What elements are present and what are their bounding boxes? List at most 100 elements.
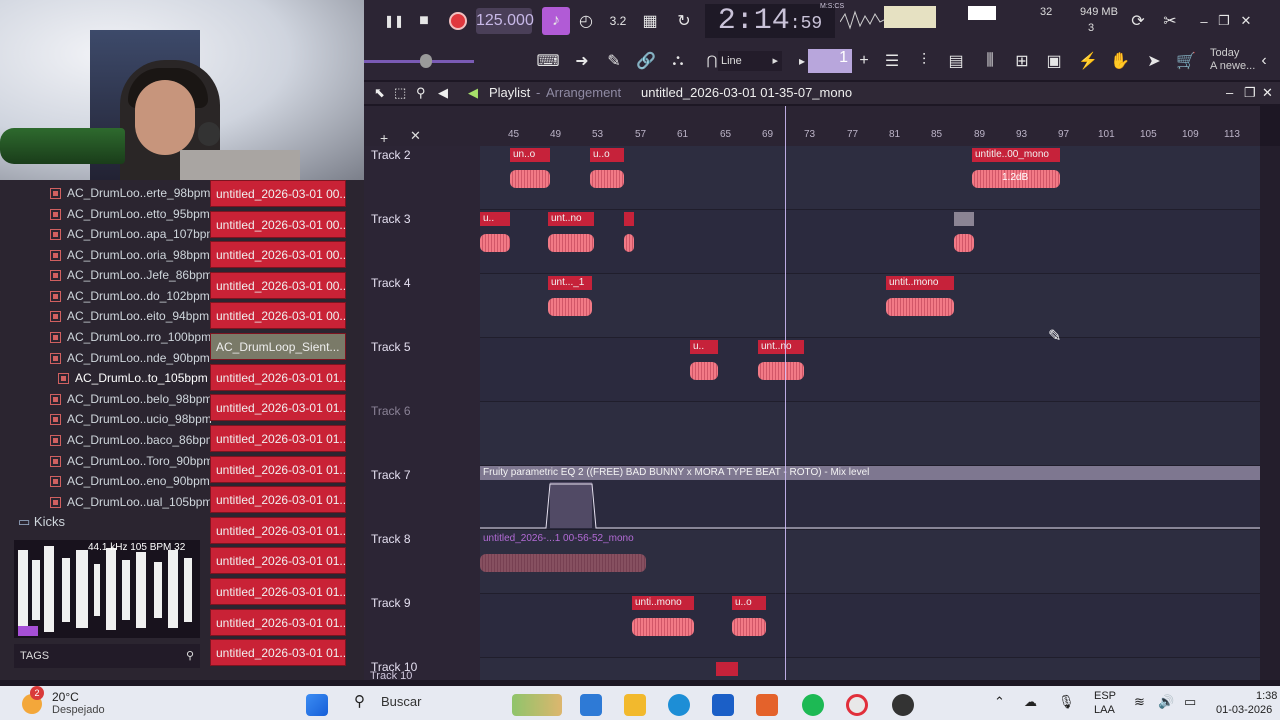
- browser-item[interactable]: AC_DrumLoo..baco_86bpm: [0, 430, 216, 450]
- link-icon[interactable]: 🔗: [632, 47, 660, 75]
- restore-button[interactable]: ❐: [1244, 82, 1256, 104]
- tempo-display[interactable]: 125.000: [476, 8, 534, 34]
- playhead[interactable]: [785, 106, 786, 680]
- tags-bar[interactable]: TAGS ⚲: [14, 644, 200, 668]
- browser-item-selected[interactable]: AC_DrumLo..to_105bpm: [0, 368, 208, 388]
- menu-arrow-icon[interactable]: ⬉: [374, 82, 385, 104]
- channel-button[interactable]: untitled_2026-03-01 00...: [210, 302, 346, 329]
- play-preview-icon[interactable]: [18, 626, 38, 636]
- file-explorer-icon[interactable]: [624, 694, 646, 716]
- windows-start-icon[interactable]: [306, 694, 328, 716]
- microphone-icon[interactable]: 🎙: [1058, 694, 1075, 710]
- browser-item[interactable]: AC_DrumLoo..eno_90bpm: [0, 471, 210, 491]
- browser-item[interactable]: AC_DrumLoo..rro_100bpm: [0, 327, 211, 347]
- channel-button[interactable]: untitled_2026-03-01 01...: [210, 547, 346, 574]
- track-name[interactable]: Track 7: [371, 468, 411, 482]
- undo-icon[interactable]: ⟳: [1124, 7, 1152, 35]
- song-time-display[interactable]: 2:14:59: [705, 4, 835, 38]
- master-volume-track[interactable]: [364, 60, 474, 63]
- snap-icon[interactable]: ⬚: [394, 82, 406, 104]
- record-button[interactable]: [444, 7, 472, 35]
- channel-button[interactable]: untitled_2026-03-01 01...: [210, 394, 346, 421]
- draw-tool-icon[interactable]: ✎: [600, 47, 628, 75]
- browser-item[interactable]: AC_DrumLoo..etto_95bpm: [0, 204, 210, 224]
- playlist-grid[interactable]: un..o u..o untitle..00_mono 1.2dB u.. unt…: [480, 146, 1260, 680]
- channel-button[interactable]: untitled_2026-03-01 01...: [210, 364, 346, 391]
- playlist-titlebar[interactable]: ⬉ ⬚ ⚲ ◀ ◀ Playlist - Arrangement untitle…: [364, 82, 1280, 104]
- channel-button[interactable]: untitled_2026-03-01 01...: [210, 639, 346, 666]
- tools-icon[interactable]: ➤: [1140, 47, 1168, 75]
- wifi-icon[interactable]: ≋: [1134, 694, 1145, 710]
- m365-icon[interactable]: [580, 694, 602, 716]
- chevron-up-icon[interactable]: ⌃: [994, 694, 1005, 710]
- countdown-icon[interactable]: 3.2: [604, 7, 632, 35]
- search-icon[interactable]: ⚲: [354, 692, 365, 710]
- channel-button[interactable]: untitled_2026-03-01 00...: [210, 272, 346, 299]
- channel-button[interactable]: untitled_2026-03-01 00...: [210, 211, 346, 238]
- track-name[interactable]: Track 6: [371, 404, 411, 418]
- spotify-icon[interactable]: [802, 694, 824, 716]
- track-name[interactable]: Track 9: [371, 596, 411, 610]
- news-prev-icon[interactable]: ‹: [1250, 47, 1278, 75]
- audio-clip[interactable]: unt..._1: [548, 276, 592, 324]
- stop-button[interactable]: ■: [410, 7, 438, 35]
- browser-item[interactable]: AC_DrumLoo..apa_107bpm: [0, 224, 216, 244]
- news-panel[interactable]: Today A newe...: [1210, 47, 1255, 73]
- touch-controller-icon[interactable]: ✋: [1106, 47, 1134, 75]
- store-icon[interactable]: [712, 694, 734, 716]
- waveform-preview[interactable]: 44.1 kHz 105 BPM 32: [14, 540, 200, 638]
- piano-roll-icon[interactable]: ▤: [942, 47, 970, 75]
- battery-icon[interactable]: ▭: [1184, 694, 1196, 710]
- track-name[interactable]: Track 8: [371, 532, 411, 546]
- audio-clip[interactable]: untitle..00_mono 1.2dB: [972, 148, 1060, 196]
- search-icon[interactable]: ⚲: [186, 644, 194, 668]
- audio-clip[interactable]: un..o: [510, 148, 550, 196]
- audio-clip[interactable]: [954, 212, 974, 260]
- language-layout[interactable]: LAA: [1094, 704, 1115, 716]
- cut-icon[interactable]: ✂: [1156, 7, 1184, 35]
- channel-rack-icon[interactable]: ⫶: [910, 47, 938, 75]
- audio-clip[interactable]: u..: [690, 340, 718, 388]
- browser-item[interactable]: AC_DrumLoo..Jefe_86bpm: [0, 265, 212, 285]
- channel-button[interactable]: untitled_2026-03-01 01...: [210, 486, 346, 513]
- add-pattern-icon[interactable]: +: [850, 47, 878, 75]
- channel-button[interactable]: untitled_2026-03-01 01...: [210, 456, 346, 483]
- browser-item[interactable]: AC_DrumLoo..ual_105bpm: [0, 492, 212, 512]
- automation-clip[interactable]: Fruity parametric EQ 2 ((FREE) BAD BUNNY…: [480, 466, 1260, 530]
- plugin-picker-icon[interactable]: ⚡: [1074, 47, 1102, 75]
- browser-item[interactable]: AC_DrumLoo..belo_98bpm: [0, 389, 212, 409]
- folder-kicks[interactable]: ▭ Kicks: [18, 514, 65, 530]
- track-name[interactable]: Track 2: [371, 148, 411, 162]
- audio-clip[interactable]: u..: [480, 212, 510, 260]
- pause-icon[interactable]: ❚❚: [380, 7, 408, 35]
- arrow-right-icon[interactable]: ➜: [568, 47, 596, 75]
- close-button[interactable]: ✕: [1232, 7, 1260, 35]
- clock-time[interactable]: 1:38: [1256, 690, 1277, 702]
- keyboard-icon[interactable]: ⌨: [534, 47, 562, 75]
- browser-item[interactable]: AC_DrumLoo..nde_90bpm: [0, 348, 210, 368]
- opera-icon[interactable]: [846, 694, 868, 716]
- shop-icon[interactable]: 🛒: [1172, 47, 1200, 75]
- loop-record-icon[interactable]: ↻: [670, 7, 698, 35]
- wait-input-icon[interactable]: ◴: [572, 7, 600, 35]
- mixer-icon[interactable]: ⫼: [976, 47, 1004, 75]
- channel-button[interactable]: untitled_2026-03-01 01...: [210, 609, 346, 636]
- channel-button[interactable]: untitled_2026-03-01 01...: [210, 517, 346, 544]
- edge-icon[interactable]: [668, 694, 690, 716]
- volume-icon[interactable]: 🔊: [1158, 694, 1174, 710]
- browser-item[interactable]: AC_DrumLoo..ucio_98bpm: [0, 409, 212, 429]
- browser-item[interactable]: AC_DrumLoo..do_102bpm: [0, 286, 210, 306]
- language-code[interactable]: ESP: [1094, 690, 1116, 702]
- channel-button[interactable]: untitled_2026-03-01 01...: [210, 578, 346, 605]
- master-volume-knob[interactable]: [420, 54, 432, 68]
- clock-date[interactable]: 01-03-2026: [1216, 704, 1272, 716]
- audio-clip[interactable]: unt..no: [758, 340, 804, 388]
- plugin-database-icon[interactable]: ⊞: [1008, 47, 1036, 75]
- speaker-icon[interactable]: ◀: [438, 82, 448, 104]
- channel-button[interactable]: untitled_2026-03-01 00...: [210, 180, 346, 207]
- vertical-scrollbar[interactable]: [1260, 146, 1280, 680]
- playlist-icon[interactable]: ☰: [878, 47, 906, 75]
- fl-studio-icon[interactable]: [756, 694, 778, 716]
- timeline-ruler[interactable]: + ✕ 45 49 53 57 61 65 69 73 77 81 85 89 …: [364, 106, 1260, 146]
- channel-button[interactable]: untitled_2026-03-01 01...: [210, 425, 346, 452]
